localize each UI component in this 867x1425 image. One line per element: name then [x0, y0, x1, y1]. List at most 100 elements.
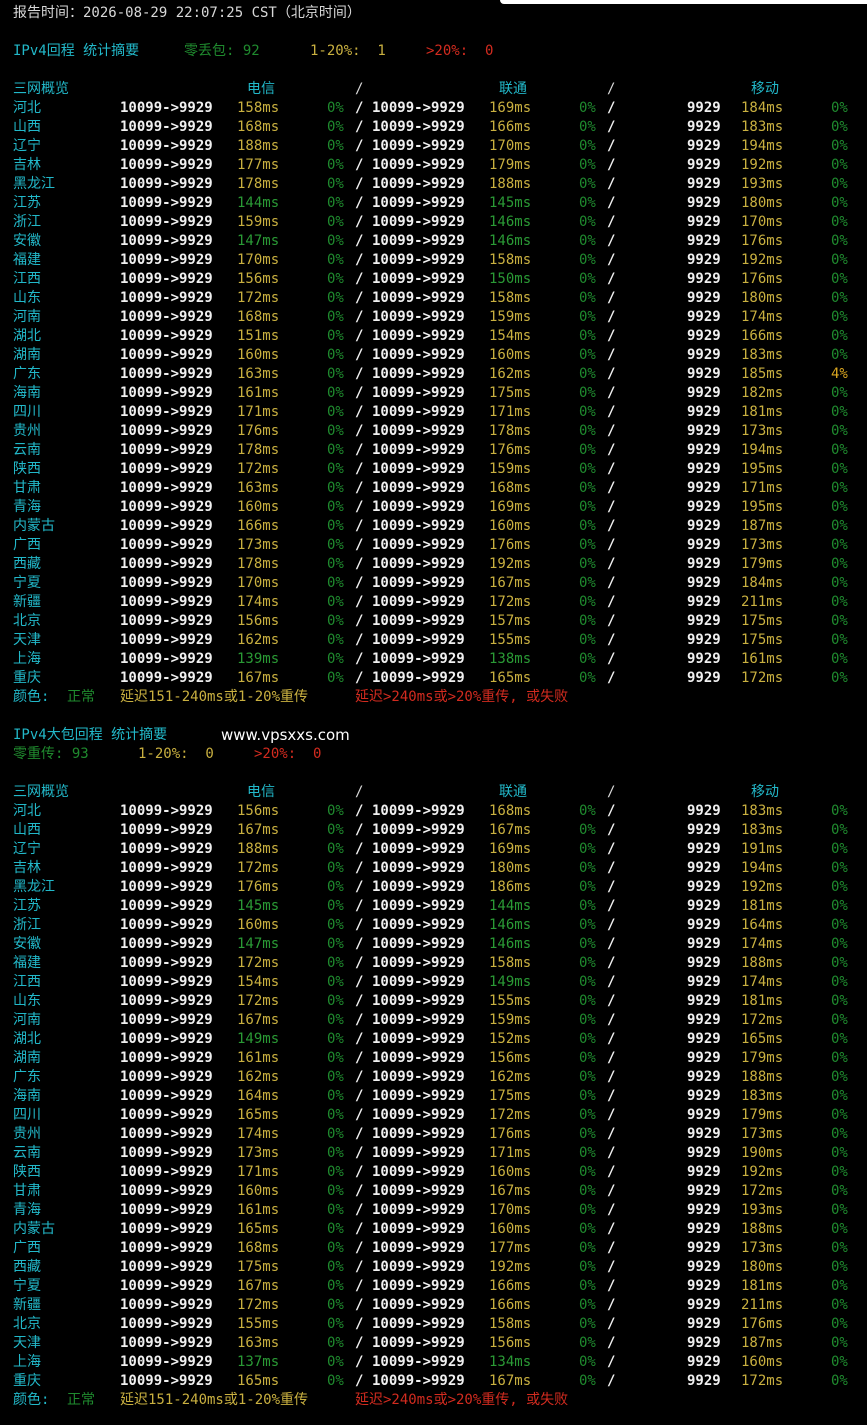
column-header-mobile: 移动 [751, 81, 779, 97]
telecom-loss: 0% [327, 100, 344, 116]
unicom-route: 10099->9929 [372, 518, 465, 534]
mobile-route: 9929 [687, 537, 721, 553]
table-row: 河南 10099->9929 167ms 0% / 10099->9929 159ms 0% /… [0, 1011, 867, 1030]
telecom-route: 10099->9929 [120, 917, 213, 933]
unicom-latency: 170ms [489, 138, 532, 154]
telecom-loss: 0% [327, 138, 344, 154]
unicom-latency: 162ms [489, 366, 532, 382]
section1-title: IPv4回程 统计摘要 [13, 43, 140, 59]
unicom-loss: 0% [579, 1050, 596, 1066]
telecom-latency: 163ms [237, 1335, 280, 1351]
telecom-latency: 168ms [237, 1240, 280, 1256]
unicom-loss: 0% [579, 632, 596, 648]
column-separator: / [355, 1202, 364, 1218]
mobile-loss: 0% [831, 860, 848, 876]
mobile-latency: 194ms [741, 138, 784, 154]
telecom-route: 10099->9929 [120, 328, 213, 344]
column-separator: / [607, 575, 616, 591]
column-separator: / [607, 670, 616, 686]
mobile-route: 9929 [687, 214, 721, 230]
mobile-route: 9929 [687, 917, 721, 933]
telecom-latency: 162ms [237, 632, 280, 648]
column-separator: / [607, 1240, 616, 1256]
region-name: 江苏 [13, 195, 41, 211]
telecom-loss: 0% [327, 119, 344, 135]
column-separator: / [607, 993, 616, 1009]
column-separator: / [355, 290, 364, 306]
region-name: 湖北 [13, 1031, 41, 1047]
unicom-loss: 0% [579, 575, 596, 591]
region-name: 海南 [13, 1088, 41, 1104]
telecom-loss: 0% [327, 423, 344, 439]
column-separator: / [607, 138, 616, 154]
telecom-loss: 0% [327, 518, 344, 534]
mobile-route: 9929 [687, 290, 721, 306]
telecom-route: 10099->9929 [120, 1050, 213, 1066]
region-name: 吉林 [13, 157, 41, 173]
unicom-loss: 0% [579, 803, 596, 819]
mobile-latency: 185ms [741, 366, 784, 382]
unicom-loss: 0% [579, 1240, 596, 1256]
website-watermark: www.vpsxxs.com [221, 726, 350, 744]
mobile-route: 9929 [687, 309, 721, 325]
telecom-latency: 145ms [237, 898, 280, 914]
section1-stat-0: 零丢包: 92 [184, 43, 260, 59]
telecom-loss: 0% [327, 195, 344, 211]
unicom-loss: 0% [579, 537, 596, 553]
column-separator: / [355, 157, 364, 173]
column-separator: / [607, 1031, 616, 1047]
table-row: 黑龙江 10099->9929 176ms 0% / 10099->9929 186ms 0%… [0, 878, 867, 897]
table-row: 广西 10099->9929 168ms 0% / 10099->9929 177ms 0% /… [0, 1239, 867, 1258]
mobile-route: 9929 [687, 1050, 721, 1066]
region-name: 浙江 [13, 214, 41, 230]
telecom-route: 10099->9929 [120, 841, 213, 857]
unicom-latency: 192ms [489, 1259, 532, 1275]
telecom-loss: 0% [327, 1202, 344, 1218]
column-separator: / [355, 955, 364, 971]
mobile-loss: 0% [831, 632, 848, 648]
column-separator: / [607, 841, 616, 857]
table-row: 吉林 10099->9929 172ms 0% / 10099->9929 180ms 0% /… [0, 859, 867, 878]
mobile-route: 9929 [687, 822, 721, 838]
table-row: 辽宁 10099->9929 188ms 0% / 10099->9929 170ms 0% /… [0, 137, 867, 156]
unicom-latency: 156ms [489, 1335, 532, 1351]
region-name: 安徽 [13, 936, 41, 952]
table-row: 上海 10099->9929 137ms 0% / 10099->9929 134ms 0% /… [0, 1353, 867, 1372]
table-row: 甘肃 10099->9929 163ms 0% / 10099->9929 168ms 0% /… [0, 479, 867, 498]
telecom-latency: 171ms [237, 1164, 280, 1180]
telecom-loss: 0% [327, 594, 344, 610]
unicom-latency: 157ms [489, 613, 532, 629]
telecom-route: 10099->9929 [120, 290, 213, 306]
telecom-route: 10099->9929 [120, 309, 213, 325]
unicom-route: 10099->9929 [372, 632, 465, 648]
unicom-latency: 169ms [489, 499, 532, 515]
region-name: 广西 [13, 537, 41, 553]
column-separator: / [607, 1297, 616, 1313]
telecom-latency: 167ms [237, 1278, 280, 1294]
telecom-latency: 167ms [237, 1012, 280, 1028]
telecom-loss: 0% [327, 290, 344, 306]
region-name: 新疆 [13, 1297, 41, 1313]
unicom-latency: 168ms [489, 480, 532, 496]
telecom-latency: 156ms [237, 271, 280, 287]
mobile-loss: 0% [831, 119, 848, 135]
unicom-latency: 176ms [489, 442, 532, 458]
unicom-route: 10099->9929 [372, 499, 465, 515]
mobile-loss: 0% [831, 1354, 848, 1370]
column-separator: / [607, 936, 616, 952]
table-row: 山东 10099->9929 172ms 0% / 10099->9929 155ms 0% /… [0, 992, 867, 1011]
column-separator: / [355, 385, 364, 401]
column-separator: / [607, 1373, 616, 1389]
column-separator: / [607, 1316, 616, 1332]
mobile-loss: 0% [831, 1012, 848, 1028]
unicom-latency: 159ms [489, 461, 532, 477]
region-name: 新疆 [13, 594, 41, 610]
telecom-route: 10099->9929 [120, 632, 213, 648]
column-separator: / [355, 670, 364, 686]
telecom-loss: 0% [327, 480, 344, 496]
column-separator: / [355, 347, 364, 363]
region-name: 西藏 [13, 1259, 41, 1275]
mobile-latency: 192ms [741, 1164, 784, 1180]
column-separator: / [607, 119, 616, 135]
telecom-route: 10099->9929 [120, 1069, 213, 1085]
